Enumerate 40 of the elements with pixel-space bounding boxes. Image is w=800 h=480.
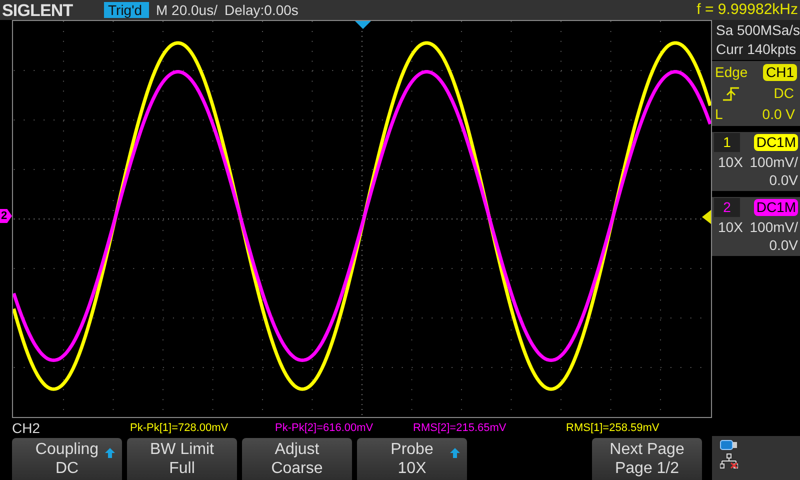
trigger-source: CH1: [762, 64, 797, 81]
vertical-scale: 100mV/: [750, 153, 798, 171]
sample-rate: Sa 500MSa/s: [716, 21, 800, 40]
menu-title: CH2: [11, 420, 42, 436]
probe-ratio: 10X: [718, 218, 743, 236]
timebase-label: M 20.0us/: [156, 0, 218, 20]
probe-ratio: 10X: [718, 153, 743, 171]
brand-logo: SIGLENT: [2, 2, 74, 18]
vertical-scale: 100mV/: [750, 218, 798, 236]
channel-number: 2: [714, 198, 740, 217]
trigger-status: Trig'd: [104, 2, 149, 18]
trigger-level: 0.0 V: [762, 105, 795, 124]
channel-number: 1: [714, 133, 740, 152]
trigger-coupling: DC: [774, 84, 794, 103]
vertical-offset: 0.0V: [769, 236, 798, 254]
softkey-button[interactable]: Coupling DC: [12, 438, 122, 480]
softkey-button[interactable]: BW Limit Full: [127, 438, 237, 480]
softkey-button[interactable]: Next Page Page 1/2: [592, 438, 702, 480]
delay-label: Delay:0.00s: [224, 0, 298, 20]
channel-ground-marker: 2: [0, 209, 12, 223]
vertical-offset: 0.0V: [769, 171, 798, 189]
arrow-up-icon: [450, 448, 460, 458]
channel-panel[interactable]: 1 DC1M 10X 100mV/ 0.0V: [712, 132, 800, 191]
measurement-readout: RMS[2]=215.65mV: [413, 421, 508, 436]
frequency-readout: f = 9.99982kHz: [696, 0, 798, 20]
memory-depth: Curr 140kpts: [716, 40, 798, 59]
arrow-up-icon: [105, 448, 115, 458]
trigger-type: Edge: [715, 63, 748, 82]
network-icon: [720, 453, 738, 469]
measurement-readout: Pk-Pk[2]=616.00mV: [275, 421, 374, 436]
level-label: L: [715, 105, 723, 124]
softkey-button[interactable]: Probe 10X: [357, 438, 467, 480]
channel-panel[interactable]: 2 DC1M 10X 100mV/ 0.0V: [712, 197, 800, 256]
measurement-readout: RMS[1]=258.59mV: [566, 421, 660, 436]
channel-coupling: DC1M: [754, 199, 798, 216]
channel-coupling: DC1M: [754, 134, 798, 151]
softkey-button[interactable]: Adjust Coarse: [242, 438, 352, 480]
usb-icon: [720, 440, 738, 450]
measurement-readout: Pk-Pk[1]=728.00mV: [130, 421, 230, 436]
rising-edge-icon: [723, 86, 739, 100]
